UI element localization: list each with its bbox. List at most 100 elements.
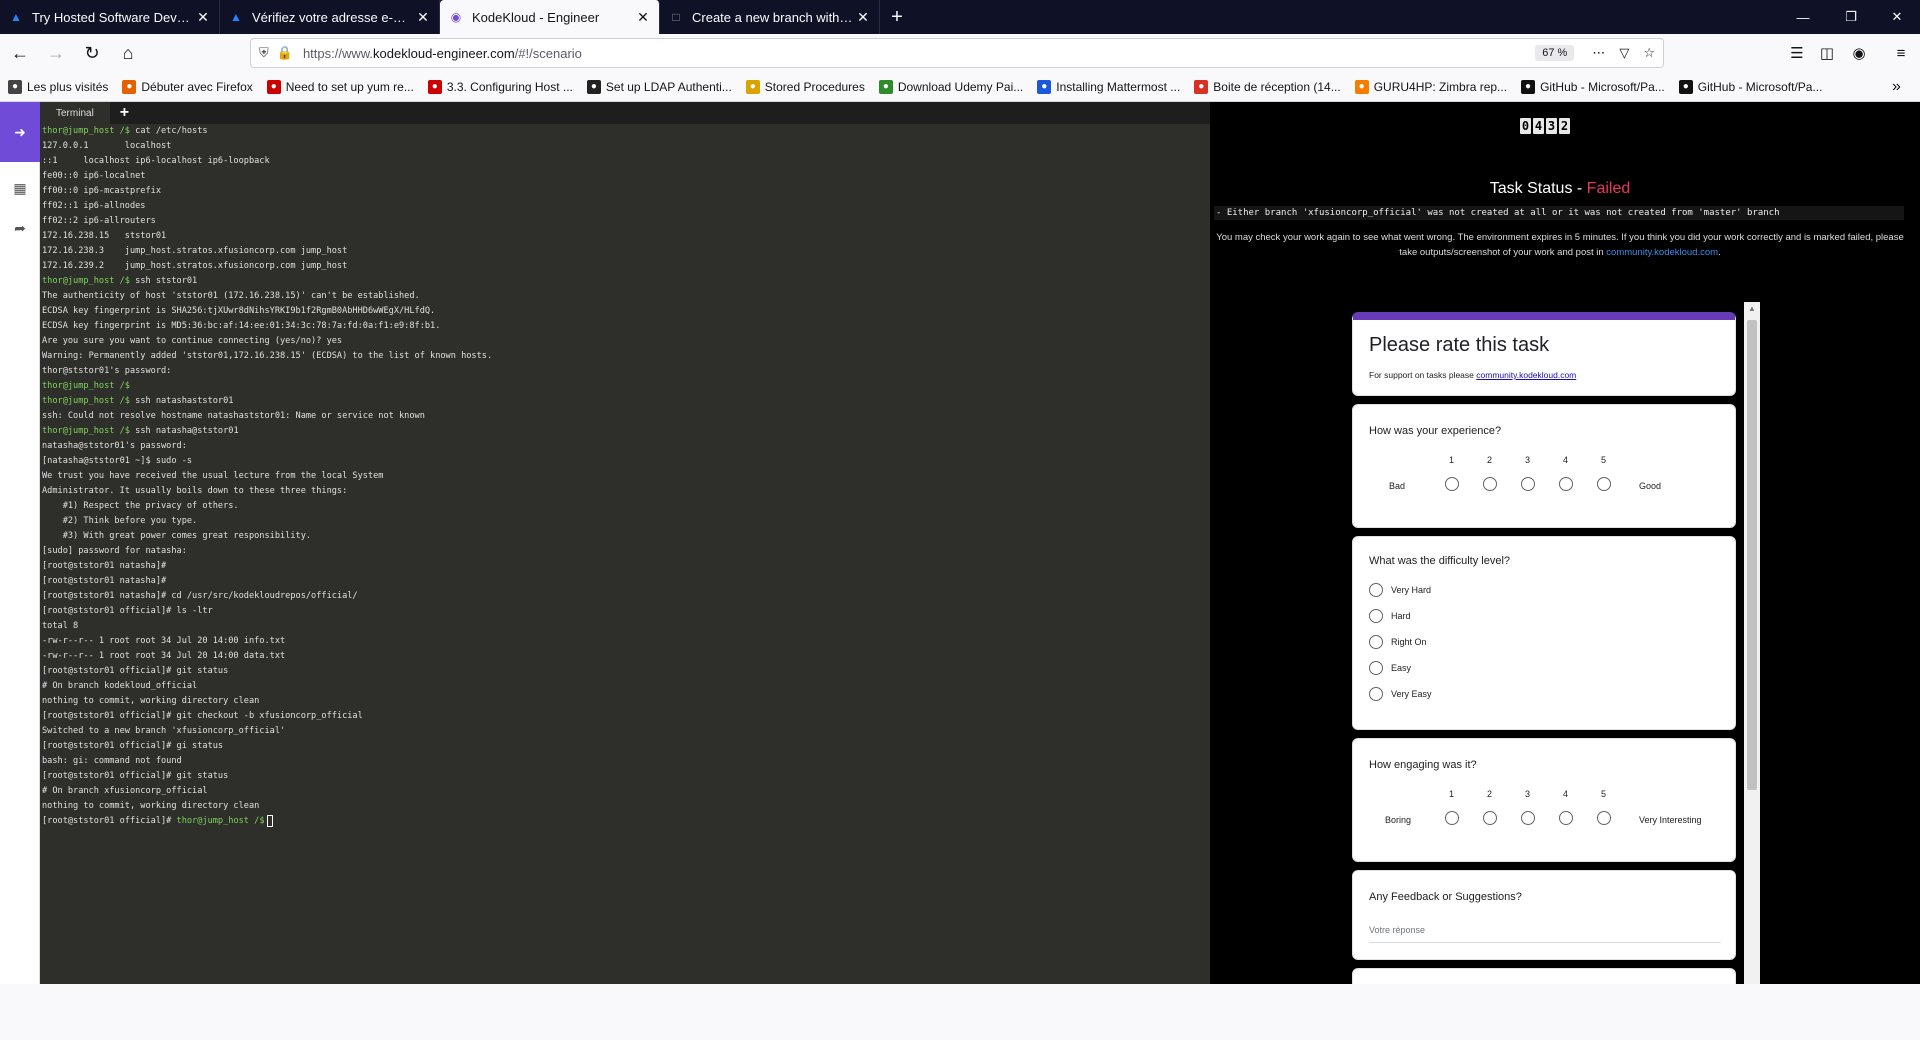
shield-icon[interactable]: ⛨ [259,45,269,61]
scale-radio-1[interactable] [1445,477,1459,491]
reload-icon[interactable]: ↻ [76,37,108,69]
scroll-up-arrow-icon[interactable]: ▲ [1748,304,1756,313]
close-tab-icon[interactable]: ✕ [195,9,211,26]
terminal-prompt: thor@jump_host /$ [42,396,136,406]
scale-radio-3[interactable] [1521,811,1535,825]
scale-radio-4[interactable] [1559,477,1573,491]
url-text[interactable]: https://www.kodekloud-engineer.com/#!/sc… [303,46,1535,61]
terminal-text: [root@ststor01 official]# git checkout -… [42,711,363,721]
close-tab-icon[interactable]: ✕ [855,9,871,26]
terminal-text: nothing to commit, working directory cle… [42,696,260,706]
terminal-output[interactable]: thor@jump_host /$ cat /etc/hosts 127.0.0.… [40,124,1210,829]
form-scroll-thumb[interactable] [1747,320,1757,790]
difficulty-radio[interactable] [1369,583,1383,597]
terminal-line: thor@jump_host /$ ssh natasha@ststor01 [42,424,1208,439]
scale-radio-1[interactable] [1445,811,1459,825]
bookmark-item[interactable]: ● GURU4HP: Zimbra rep... [1354,79,1507,94]
bookmark-item[interactable]: ● Installing Mattermost ... [1037,79,1180,94]
terminal-line: 172.16.239.2 jump_host.stratos.xfusionco… [42,259,1208,274]
difficulty-radio[interactable] [1369,635,1383,649]
zoom-indicator[interactable]: 67 % [1535,45,1575,61]
lock-icon[interactable]: 🔒 [277,45,293,61]
dashboard-icon[interactable]: ▦ [0,168,40,208]
feedback-input[interactable]: Votre réponse [1369,925,1721,943]
task-panel: 0432 Task Status - Failed - Either branc… [1210,102,1920,984]
bookmark-label: Set up LDAP Authenti... [605,79,732,94]
scale-radio-4[interactable] [1559,811,1573,825]
terminal-prompt: thor@jump_host /$ [176,816,265,826]
scale-radio-2[interactable] [1483,811,1497,825]
bookmark-item[interactable]: ● Boite de réception (14... [1194,79,1341,94]
terminal-line: Administrator. It usually boils down to … [42,484,1208,499]
terminal-line: [root@ststor01 official]# ls -ltr [42,604,1208,619]
scale-radio-3[interactable] [1521,477,1535,491]
scale-low-label: Boring [1385,815,1412,825]
difficulty-radio[interactable] [1369,661,1383,675]
terminal-tab[interactable]: Terminal [40,102,110,124]
terminal-text: ssh ststor01 [135,276,198,286]
close-tab-icon[interactable]: ✕ [635,9,651,26]
pocket-icon[interactable]: ▽ [1619,45,1629,61]
browser-tab[interactable]: ▲ Vérifiez votre adresse e-mail - S✕ [220,0,440,34]
terminal-cursor [266,814,273,827]
new-tab-button[interactable]: + [880,0,914,34]
close-tab-icon[interactable]: ✕ [415,9,431,26]
url-bar[interactable]: ⛨ 🔒 https://www.kodekloud-engineer.com/#… [250,38,1664,68]
form-scrollbar[interactable]: ▲ [1744,302,1760,984]
terminal-line: #2) Think before you type. [42,514,1208,529]
github-icon: ● [1521,79,1536,94]
browser-tab[interactable]: ▲ Try Hosted Software Developm ✕ [0,0,220,34]
bookmark-item[interactable]: ● Débuter avec Firefox [122,79,253,94]
bookmark-item[interactable]: ● Les plus visités [8,79,108,94]
difficulty-radio[interactable] [1369,609,1383,623]
scale-radio-2[interactable] [1483,477,1497,491]
library-icon[interactable]: ☰ [1782,38,1812,68]
logout-icon[interactable]: ➦ [0,208,40,248]
tab-title: Try Hosted Software Developm [32,9,195,25]
expand-arrow-icon[interactable]: ➜ [0,102,40,162]
account-icon[interactable]: ◉ [1844,38,1874,68]
bookmark-label: Débuter avec Firefox [141,79,253,94]
terminal-text: ssh natashaststor01 [135,396,234,406]
forward-arrow-icon[interactable]: → [40,37,72,69]
bookmark-item[interactable]: ● Download Udemy Pai... [878,79,1023,94]
community-link[interactable]: community.kodekloud.com [1606,247,1718,258]
page-actions-icon[interactable]: ⋯ [1592,45,1605,61]
terminal-line: thor@ststor01's password: [42,364,1208,379]
bookmark-star-icon[interactable]: ☆ [1643,45,1655,61]
scale-low-label: Bad [1389,481,1406,491]
minimize-button[interactable]: — [1780,0,1826,34]
browser-tab[interactable]: □ Create a new branch with git ar ✕ [660,0,880,34]
bookmark-item[interactable]: ● Need to set up yum re... [266,79,414,94]
terminal-text: nothing to commit, working directory cle… [42,801,260,811]
terminal-text: ff02::2 ip6-allrouters [42,216,156,226]
experience-question: How was your experience? 1 2 3 4 5 Bad Good [1352,404,1736,528]
difficulty-radio[interactable] [1369,687,1383,701]
restore-button[interactable]: ❐ [1828,0,1874,34]
bookmark-item[interactable]: ● GitHub - Microsoft/Pa... [1678,79,1822,94]
sidebar-toggle-icon[interactable]: ◫ [1812,38,1842,68]
home-icon[interactable]: ⌂ [112,37,144,69]
scale-radio-5[interactable] [1597,811,1611,825]
countdown-timer: 0432 [1520,118,1570,134]
bookmark-item[interactable]: ● Stored Procedures [745,79,865,94]
terminal-text: bash: gi: command not found [42,756,182,766]
menu-icon[interactable]: ≡ [1886,38,1916,68]
more-bookmarks-icon[interactable]: » [1892,78,1901,96]
terminal-text: -rw-r--r-- 1 root root 34 Jul 20 14:00 i… [42,636,286,646]
terminal-text: ssh: Could not resolve hostname natashas… [42,411,425,421]
close-window-button[interactable]: ✕ [1874,0,1920,34]
engagement-question: How engaging was it? 1 2 3 4 5 Boring Very Int… [1352,738,1736,862]
support-link[interactable]: community.kodekloud.com [1476,370,1576,380]
bookmark-item[interactable]: ● Set up LDAP Authenti... [586,79,732,94]
scale-radio-5[interactable] [1597,477,1611,491]
bookmark-label: Need to set up yum re... [285,79,414,94]
bookmark-item[interactable]: ● 3.3. Configuring Host ... [427,79,573,94]
add-terminal-plus-icon[interactable]: + [120,104,129,122]
bookmark-item[interactable]: ● GitHub - Microsoft/Pa... [1521,79,1665,94]
difficulty-option-label: Right On [1391,637,1427,647]
back-arrow-icon[interactable]: ← [4,37,36,69]
browser-tab[interactable]: ◉ KodeKloud - Engineer ✕ [440,0,660,34]
terminal-prompt: thor@jump_host /$ [42,126,136,136]
bookmark-label: GitHub - Microsoft/Pa... [1540,79,1665,94]
